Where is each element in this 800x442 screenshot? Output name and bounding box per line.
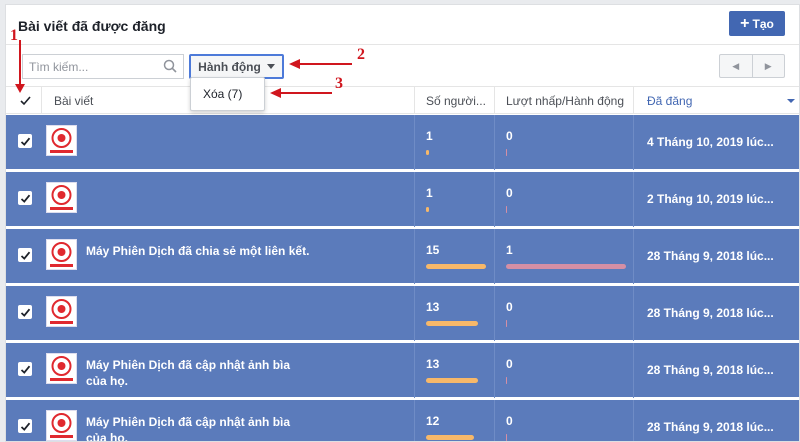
checkmark-icon	[20, 308, 30, 317]
create-button[interactable]: + Tạo	[729, 11, 785, 36]
map-pin-icon	[50, 413, 73, 438]
row-checkbox[interactable]	[18, 419, 32, 433]
search-box[interactable]	[22, 54, 184, 79]
reach-value: 13	[426, 300, 440, 314]
annotation-label-2: 2	[357, 46, 365, 63]
clicks-bar	[506, 320, 507, 327]
clicks-value: 0	[506, 186, 513, 200]
toolbar: Hành động ◀ ▶	[6, 46, 799, 86]
column-header-clicks[interactable]: Lượt nhấp/Hành động	[506, 87, 624, 114]
post-thumbnail[interactable]	[46, 239, 77, 270]
post-thumbnail[interactable]	[46, 296, 77, 327]
reach-value: 12	[426, 414, 440, 428]
clicks-value: 0	[506, 129, 513, 143]
checkmark-icon	[20, 194, 30, 203]
published-date: 28 Tháng 9, 2018 lúc...	[647, 249, 774, 263]
post-thumbnail[interactable]	[46, 353, 77, 384]
reach-value: 15	[426, 243, 440, 257]
reach-value: 1	[426, 129, 433, 143]
pagination: ◀ ▶	[719, 54, 785, 78]
reach-bar	[426, 264, 486, 269]
reach-bar	[426, 150, 429, 155]
checkmark-icon	[20, 422, 30, 431]
map-pin-icon	[50, 242, 73, 267]
menu-item-delete[interactable]: Xóa (7)	[203, 87, 242, 101]
actions-label: Hành động	[198, 59, 261, 74]
table-row[interactable]: 13 0 28 Tháng 9, 2018 lúc...	[6, 286, 799, 341]
reach-value: 1	[426, 186, 433, 200]
clicks-value: 0	[506, 357, 513, 371]
map-pin-icon	[50, 356, 73, 381]
reach-bar	[426, 321, 478, 326]
chevron-down-icon	[266, 64, 275, 69]
reach-bar	[426, 207, 429, 212]
post-thumbnail[interactable]	[46, 125, 77, 156]
reach-bar	[426, 435, 474, 440]
published-date: 4 Tháng 10, 2019 lúc...	[647, 135, 774, 149]
table-header: Bài viết Số người... Lượt nhấp/Hành động…	[6, 86, 799, 114]
clicks-bar	[506, 434, 507, 441]
search-input[interactable]	[23, 55, 153, 78]
next-page-icon[interactable]: ▶	[753, 55, 785, 77]
row-checkbox[interactable]	[18, 305, 32, 319]
annotation-label-1: 1	[10, 27, 18, 44]
published-date: 28 Tháng 9, 2018 lúc...	[647, 420, 774, 434]
post-thumbnail[interactable]	[46, 182, 77, 213]
search-icon[interactable]	[163, 59, 177, 73]
column-header-published[interactable]: Đã đăng	[647, 87, 692, 114]
row-checkbox[interactable]	[18, 134, 32, 148]
checkmark-icon	[20, 137, 30, 146]
previous-page-icon[interactable]: ◀	[720, 55, 753, 77]
table-row[interactable]: 1 0 2 Tháng 10, 2019 lúc...	[6, 172, 799, 227]
checkmark-icon	[20, 96, 31, 106]
row-checkbox[interactable]	[18, 191, 32, 205]
clicks-bar	[506, 206, 507, 213]
published-date: 28 Tháng 9, 2018 lúc...	[647, 363, 774, 377]
table-row[interactable]: 1 0 4 Tháng 10, 2019 lúc...	[6, 115, 799, 170]
clicks-bar	[506, 377, 507, 384]
post-text[interactable]: Máy Phiên Dịch đã cập nhật ảnh bìa của h…	[86, 357, 311, 389]
table-row[interactable]: Máy Phiên Dịch đã cập nhật ảnh bìa của h…	[6, 343, 799, 398]
clicks-bar	[506, 149, 507, 156]
reach-bar	[426, 378, 478, 383]
table-row[interactable]: Máy Phiên Dịch đã chia sẻ một liên kết. 1…	[6, 229, 799, 284]
map-pin-icon	[50, 128, 73, 153]
row-checkbox[interactable]	[18, 248, 32, 262]
clicks-value: 1	[506, 243, 513, 257]
actions-dropdown-button[interactable]: Hành động	[189, 54, 284, 79]
plus-icon: +	[740, 14, 750, 32]
reach-value: 13	[426, 357, 440, 371]
panel-header: Bài viết đã được đăng + Tạo	[6, 5, 799, 45]
clicks-value: 0	[506, 414, 513, 428]
published-date: 28 Tháng 9, 2018 lúc...	[647, 306, 774, 320]
create-button-label: Tạo	[752, 16, 774, 31]
checkmark-icon	[20, 365, 30, 374]
page-title: Bài viết đã được đăng	[18, 18, 166, 34]
map-pin-icon	[50, 185, 73, 210]
published-date: 2 Tháng 10, 2019 lúc...	[647, 192, 774, 206]
post-thumbnail[interactable]	[46, 410, 77, 441]
column-header-post[interactable]: Bài viết	[54, 87, 93, 114]
sort-descending-icon[interactable]	[787, 99, 795, 103]
published-posts-panel: Bài viết đã được đăng + Tạo Hành động ◀ …	[5, 4, 800, 442]
clicks-bar	[506, 264, 626, 269]
column-header-reach[interactable]: Số người...	[426, 87, 486, 114]
post-text[interactable]: Máy Phiên Dịch đã cập nhật ảnh bìa của h…	[86, 414, 311, 441]
actions-menu: Xóa (7)	[190, 77, 265, 111]
table-row[interactable]: Máy Phiên Dịch đã cập nhật ảnh bìa của h…	[6, 400, 799, 441]
row-checkbox[interactable]	[18, 362, 32, 376]
map-pin-icon	[50, 299, 73, 324]
select-all-checkbox[interactable]	[19, 87, 32, 114]
checkmark-icon	[20, 251, 30, 260]
clicks-value: 0	[506, 300, 513, 314]
post-text[interactable]: Máy Phiên Dịch đã chia sẻ một liên kết.	[86, 243, 311, 259]
annotation-label-3: 3	[335, 75, 343, 92]
